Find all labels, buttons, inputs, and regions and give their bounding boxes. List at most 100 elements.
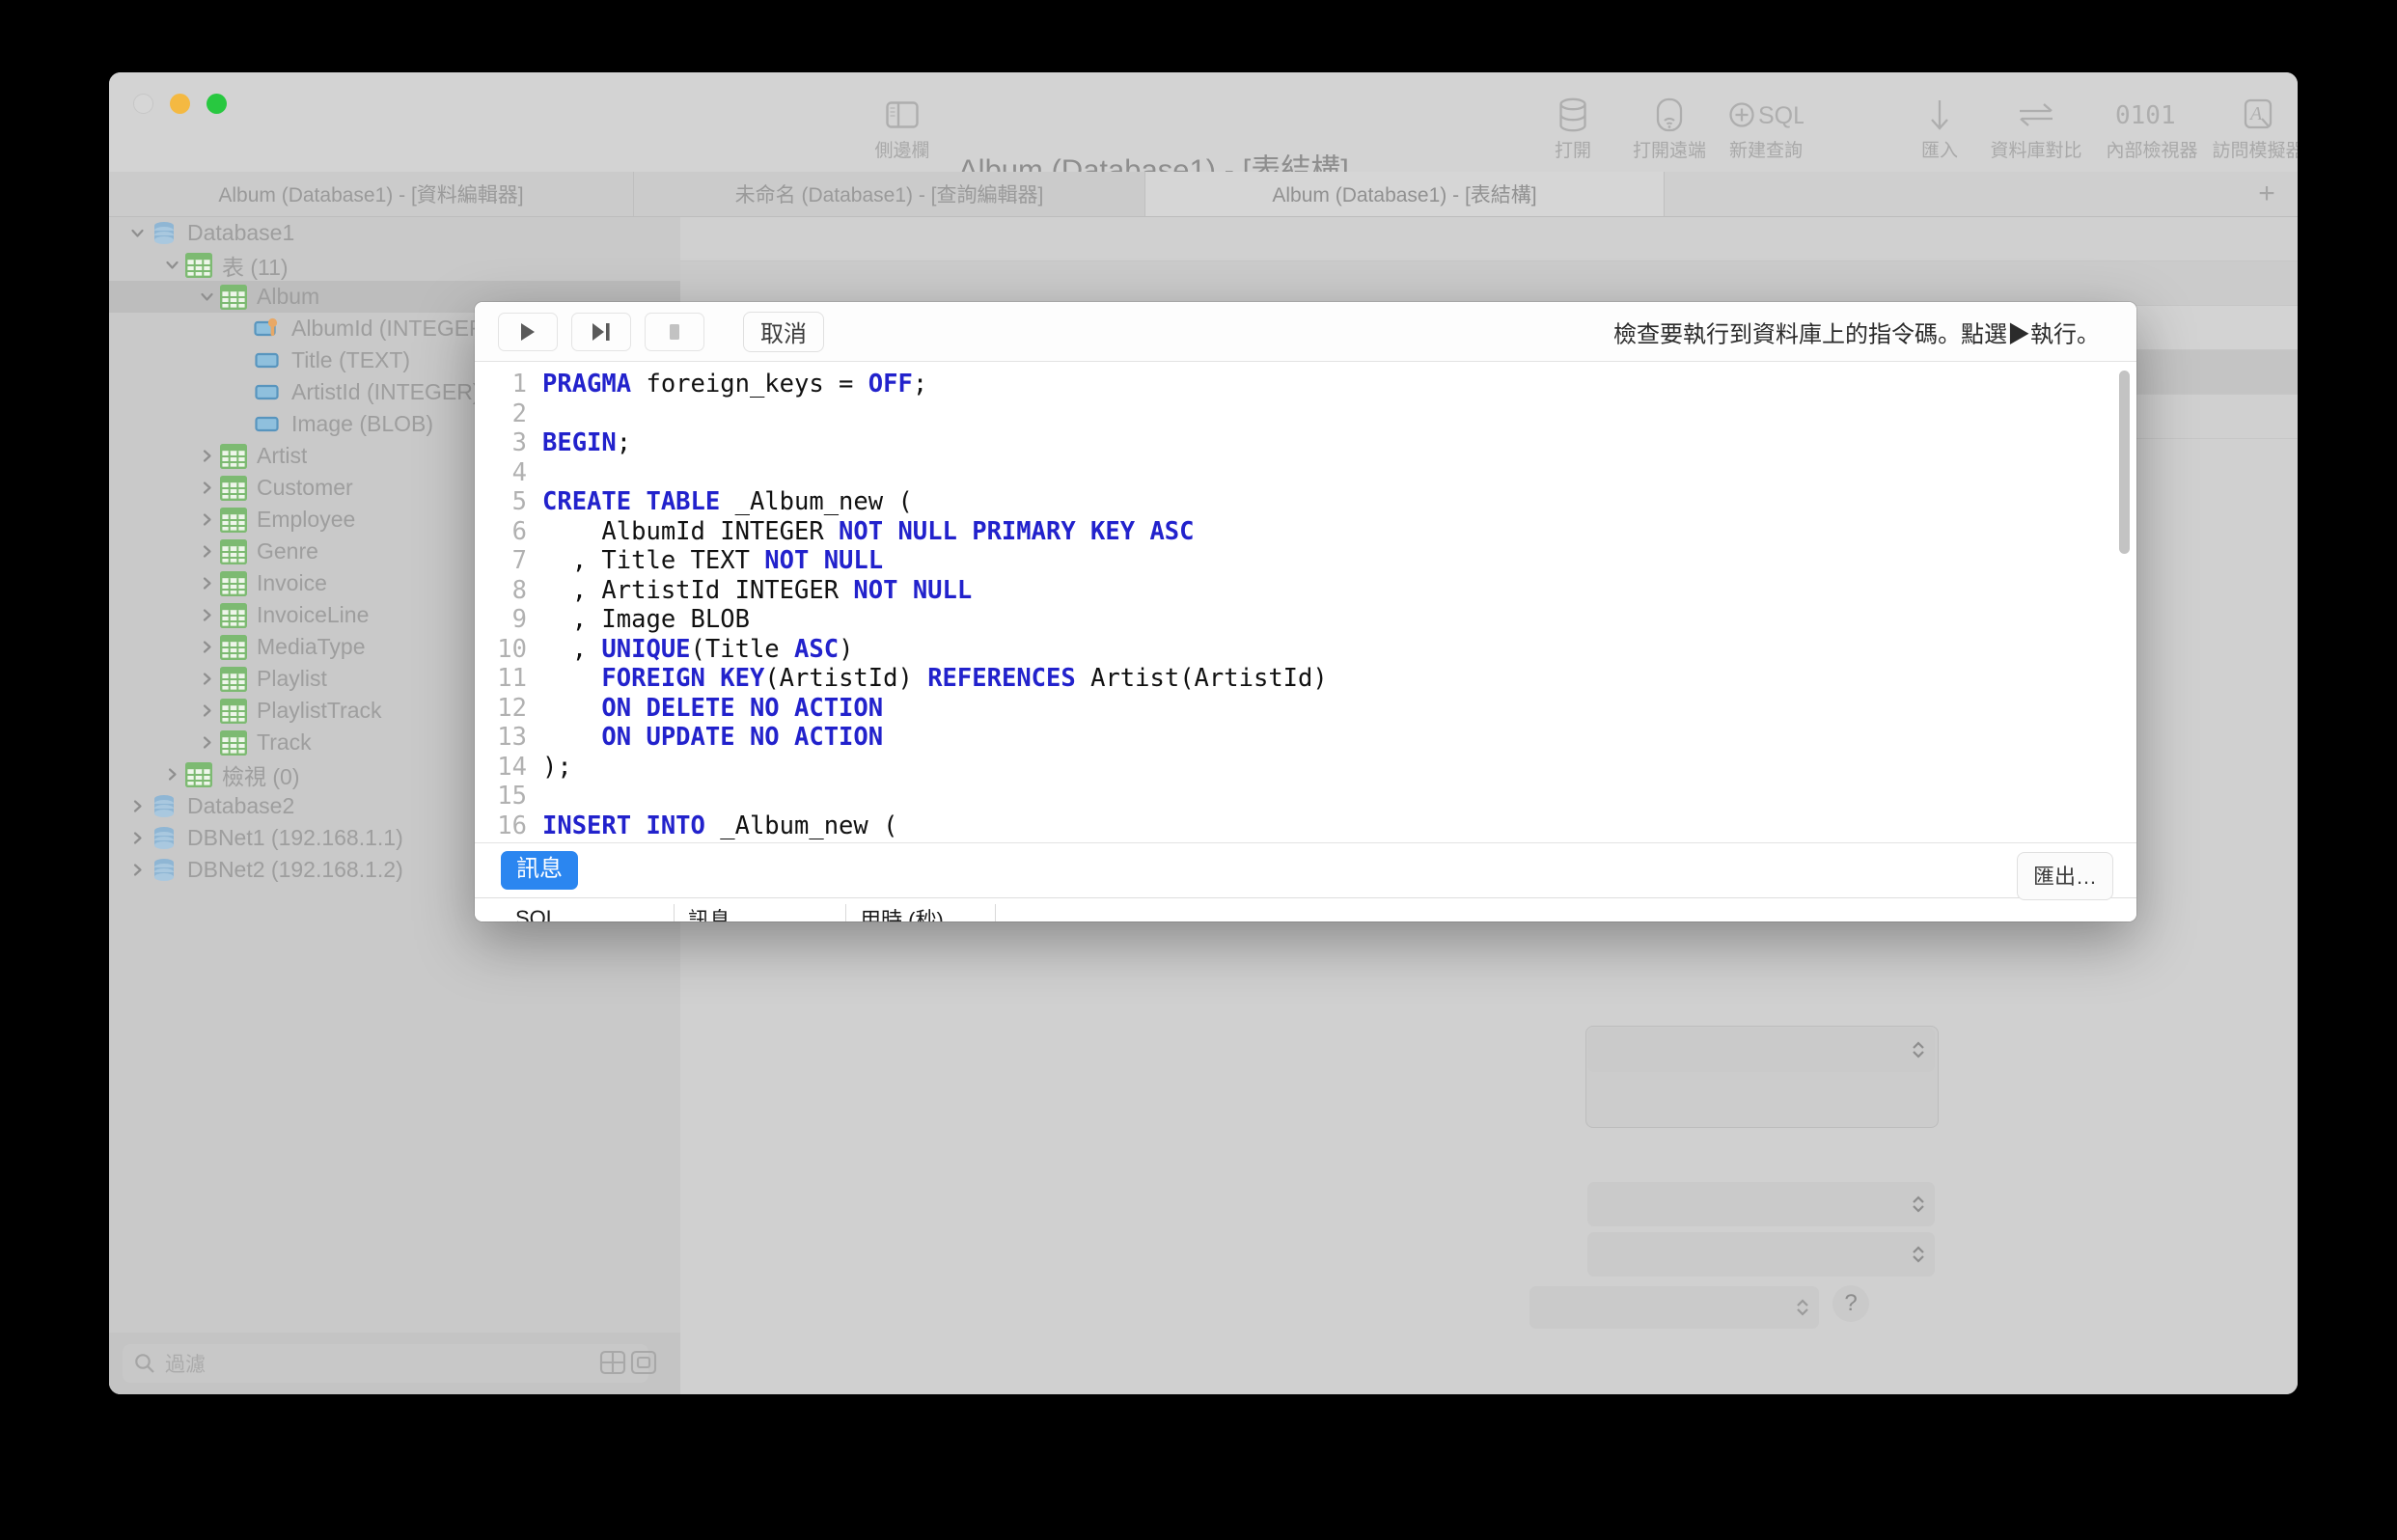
- code-line-text[interactable]: ON UPDATE NO ACTION: [542, 723, 883, 753]
- structure-stepper-4[interactable]: [1529, 1286, 1819, 1329]
- chevron-right-icon[interactable]: [194, 449, 219, 463]
- single-pane-layout-icon[interactable]: [630, 1349, 657, 1376]
- toolbar-button-open-remote[interactable]: 打開遠端: [1619, 96, 1720, 162]
- code-line-text[interactable]: [542, 399, 557, 429]
- database-icon: [150, 793, 179, 820]
- chevron-right-icon[interactable]: [124, 799, 150, 813]
- tree-item-label: Album: [257, 284, 320, 309]
- code-line-text[interactable]: INSERT INTO _Album_new (: [542, 811, 897, 841]
- code-line-text[interactable]: [542, 782, 557, 811]
- run-button[interactable]: [498, 312, 558, 351]
- tab-table-structure[interactable]: Album (Database1) - [表結構]: [1145, 172, 1665, 216]
- minimize-window-button[interactable]: [170, 94, 190, 114]
- chevron-right-icon[interactable]: [194, 576, 219, 591]
- structure-stepper-1[interactable]: [1587, 1028, 1935, 1072]
- toolbar-button-open[interactable]: 打開: [1523, 96, 1623, 162]
- code-line-text[interactable]: FOREIGN KEY(ArtistId) REFERENCES Artist(…: [542, 664, 1327, 694]
- editor-scrollbar-thumb[interactable]: [2119, 371, 2130, 554]
- structure-stepper-2[interactable]: [1587, 1182, 1935, 1226]
- editor-scrollbar[interactable]: [2117, 368, 2132, 835]
- primary-key-column-icon: [254, 317, 283, 341]
- export-button[interactable]: 匯出…: [2016, 852, 2113, 900]
- sql-code[interactable]: 1 PRAGMA foreign_keys = OFF; 2 3 BEGIN; 4 5C…: [475, 370, 2111, 842]
- close-window-button[interactable]: [133, 94, 153, 114]
- tree-item[interactable]: 表 (11): [109, 249, 680, 281]
- code-line-text[interactable]: ON DELETE NO ACTION: [542, 694, 883, 724]
- stop-button[interactable]: [645, 312, 704, 351]
- maximize-window-button[interactable]: [207, 94, 227, 114]
- chevron-right-icon[interactable]: [124, 863, 150, 877]
- code-line-text[interactable]: CREATE TABLE _Album_new (: [542, 487, 913, 517]
- line-number: 9: [511, 605, 527, 634]
- column-header-extra[interactable]: [995, 903, 2136, 921]
- results-table-header: SQL 訊息 用時 (秒): [475, 898, 2136, 921]
- chevron-right-icon[interactable]: [159, 767, 184, 782]
- code-line-text[interactable]: );: [542, 753, 572, 783]
- grid-layout-icon[interactable]: [599, 1349, 626, 1376]
- sidebar-icon: [886, 96, 919, 134]
- sidebar-toggle-button[interactable]: 側邊欄: [852, 96, 952, 162]
- toolbar-button-internal-viewer[interactable]: 0101 內部檢視器: [2102, 96, 2202, 162]
- table-icon: [219, 475, 248, 501]
- chevron-right-icon[interactable]: [194, 703, 219, 718]
- toolbar-button-access-emulator[interactable]: A 訪問模擬器: [2208, 96, 2298, 162]
- tab-data-editor[interactable]: Album (Database1) - [資料編輯器]: [109, 172, 634, 216]
- table-icon: [219, 634, 248, 660]
- new-tab-button[interactable]: +: [2236, 172, 2298, 216]
- chevron-right-icon[interactable]: [194, 640, 219, 654]
- chevron-right-icon[interactable]: [124, 831, 150, 845]
- toolbar-button-import[interactable]: 匯入: [1889, 96, 1990, 162]
- help-button[interactable]: ?: [1832, 1285, 1869, 1322]
- line-number: 11: [497, 664, 527, 693]
- code-line-text[interactable]: PRAGMA foreign_keys = OFF;: [542, 370, 927, 399]
- chevron-updown-icon: [1911, 1039, 1926, 1060]
- chevron-right-icon[interactable]: [194, 481, 219, 495]
- code-line-text[interactable]: AlbumId INTEGER NOT NULL PRIMARY KEY ASC: [542, 517, 1194, 547]
- chevron-right-icon[interactable]: [194, 672, 219, 686]
- chevron-down-icon[interactable]: [124, 226, 150, 240]
- chevron-down-icon[interactable]: [159, 258, 184, 272]
- column-header-duration[interactable]: 用時 (秒): [845, 903, 995, 921]
- line-number: 5: [511, 487, 527, 516]
- chevron-updown-icon: [1911, 1244, 1926, 1265]
- column-header-sql[interactable]: SQL: [502, 904, 674, 922]
- tab-query-editor[interactable]: 未命名 (Database1) - [查詢編輯器]: [634, 172, 1145, 216]
- chevron-right-icon[interactable]: [194, 735, 219, 750]
- code-line-text[interactable]: BEGIN;: [542, 428, 631, 458]
- table-icon: [219, 507, 248, 533]
- application-window: 側邊欄 Album (Database1) - [表結構] 打開 打開遠端 SQ…: [109, 72, 2298, 1394]
- chevron-right-icon[interactable]: [194, 544, 219, 559]
- tree-item-label: Employee: [257, 507, 356, 532]
- chevron-right-icon[interactable]: [194, 608, 219, 622]
- tree-item-label: 檢視 (0): [222, 763, 300, 789]
- code-line: 7 , Title TEXT NOT NULL: [475, 546, 2111, 576]
- filter-input[interactable]: 過濾: [123, 1344, 648, 1383]
- chevron-right-icon[interactable]: [194, 512, 219, 527]
- code-line-text[interactable]: , ArtistId INTEGER NOT NULL: [542, 576, 973, 606]
- line-number: 1: [511, 370, 527, 399]
- code-line-text[interactable]: , UNIQUE(Title ASC): [542, 635, 854, 665]
- column-header-message[interactable]: 訊息: [674, 903, 845, 921]
- code-line-text[interactable]: [542, 458, 557, 488]
- structure-stepper-3[interactable]: [1587, 1232, 1935, 1277]
- code-line: 10 , UNIQUE(Title ASC): [475, 635, 2111, 665]
- sql-script-editor[interactable]: 1 PRAGMA foreign_keys = OFF; 2 3 BEGIN; 4 5C…: [475, 362, 2136, 842]
- database-icon: [150, 220, 179, 247]
- svg-text:A: A: [2248, 103, 2263, 124]
- cancel-button[interactable]: 取消: [743, 311, 824, 352]
- code-line-text[interactable]: , Image BLOB: [542, 605, 750, 635]
- line-number: 10: [497, 634, 527, 664]
- chevron-down-icon[interactable]: [194, 289, 219, 304]
- toolbar-button-new-query[interactable]: SQL 新建查詢: [1716, 96, 1816, 162]
- toolbar-button-db-compare[interactable]: 資料庫對比: [1986, 96, 2086, 162]
- code-line: 9 , Image BLOB: [475, 605, 2111, 635]
- run-step-button[interactable]: [571, 312, 631, 351]
- line-number: 13: [497, 723, 527, 752]
- svg-text:0101: 0101: [2115, 101, 2176, 130]
- plus-sql-icon: SQL: [1728, 96, 1804, 134]
- tab-messages[interactable]: 訊息: [501, 851, 578, 890]
- tree-item[interactable]: Database1: [109, 217, 680, 249]
- table-icon: [184, 761, 213, 787]
- code-line-text[interactable]: , Title TEXT NOT NULL: [542, 546, 883, 576]
- tree-item-label: DBNet2 (192.168.1.2): [187, 857, 403, 882]
